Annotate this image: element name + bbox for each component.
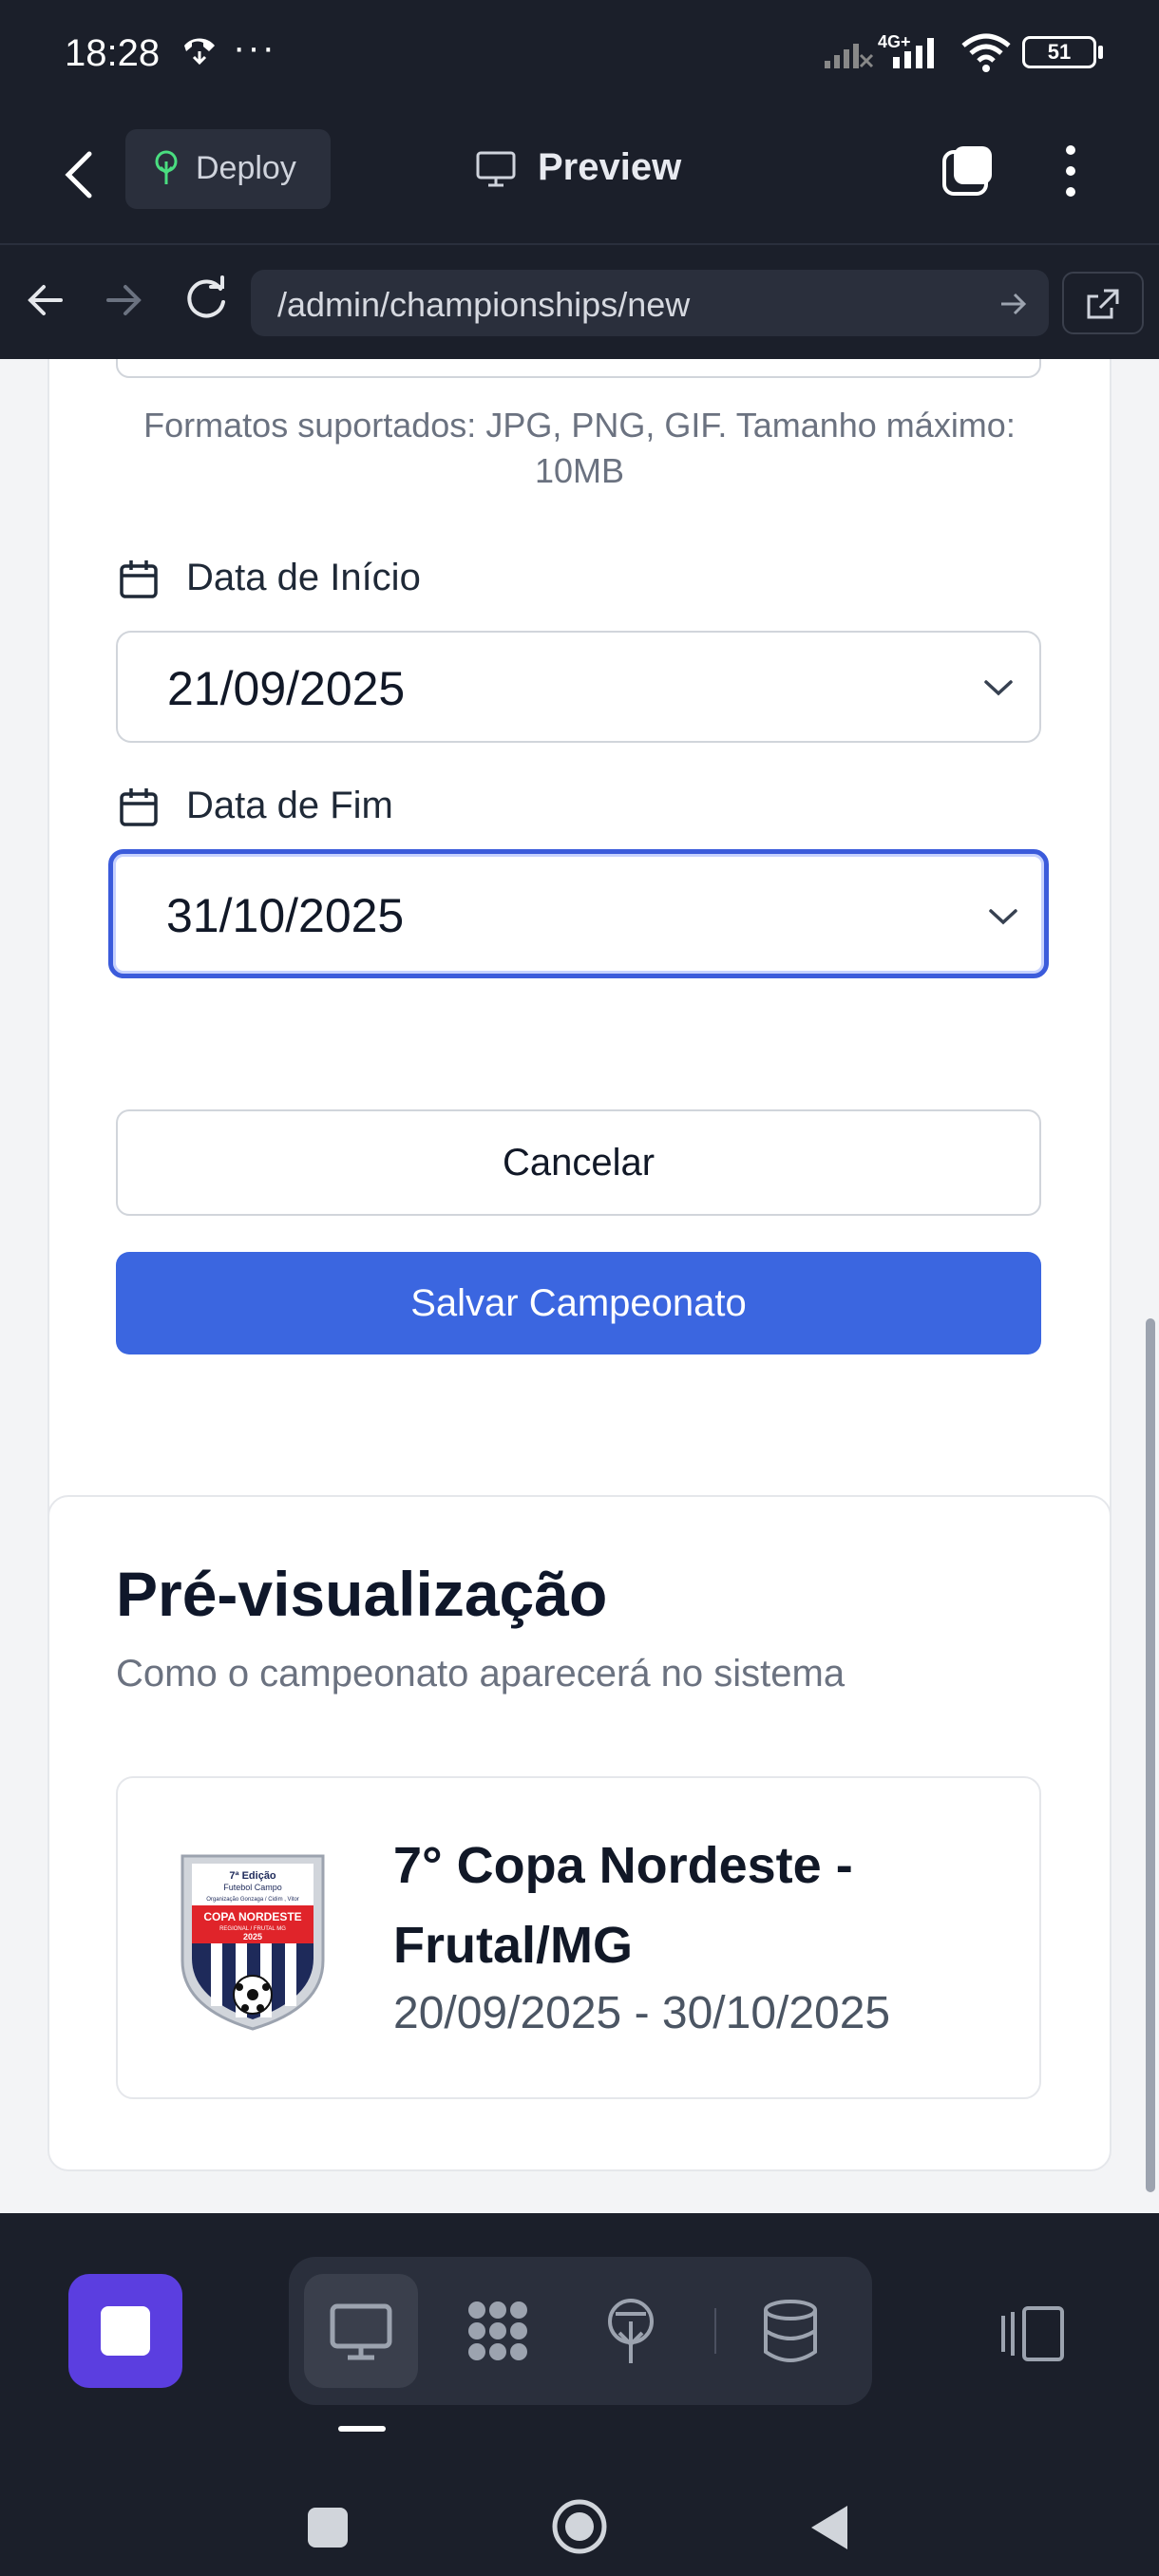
kebab-icon[interactable] [1056, 142, 1085, 199]
cancel-button[interactable]: Cancelar [116, 1109, 1041, 1216]
signal-strength-icon [893, 38, 934, 68]
start-date-value: 21/09/2025 [167, 662, 406, 715]
signal-icon [825, 44, 874, 68]
url-text: /admin/championships/new [277, 285, 691, 324]
chevron-left-icon[interactable] [59, 148, 101, 201]
calendar-icon [120, 788, 158, 826]
divider [714, 2308, 716, 2354]
go-arrow-icon[interactable] [998, 289, 1028, 319]
crest-name: COPA NORDESTE [203, 1910, 301, 1923]
wifi-icon [961, 33, 1011, 72]
tabs-icon[interactable] [940, 142, 998, 199]
crest-org: Organização Gonzaga / Cidim , Vitor [206, 1897, 299, 1903]
championship-crest-logo: 7ª Edição Futebol Campo Organização Gonz… [180, 1854, 325, 2031]
view-switcher [289, 2257, 872, 2405]
deploy-button[interactable]: Deploy [125, 129, 331, 209]
battery-nub [1098, 46, 1103, 59]
chevron-down-icon [989, 909, 1017, 925]
calendar-icon [120, 560, 158, 598]
workflow-icon[interactable] [464, 2297, 532, 2365]
preview-subtitle: Como o campeonato aparecerá no sistema [116, 1653, 846, 1695]
monitor-icon[interactable] [327, 2297, 395, 2365]
preview-title: Preview [475, 146, 681, 189]
status-time: 18:28 [65, 32, 161, 74]
battery-level: 51 [1047, 40, 1072, 64]
arrow-right-icon[interactable] [103, 279, 144, 321]
home-icon[interactable] [551, 2498, 608, 2555]
recents-icon[interactable] [308, 2508, 348, 2548]
home-indicator [338, 2426, 386, 2432]
crest-sport: Futebol Campo [223, 1883, 282, 1892]
bottom-toolbar [0, 2213, 1159, 2435]
status-bar: 18:28 ··· 4G+ 51 [0, 0, 1159, 106]
start-date-label-text: Data de Início [186, 557, 421, 598]
end-date-label: Data de Fim [118, 785, 393, 827]
stop-button[interactable] [68, 2274, 182, 2388]
call-icon [184, 38, 215, 66]
deploy-label: Deploy [196, 150, 296, 186]
arrow-left-icon[interactable] [25, 279, 66, 321]
start-date-label: Data de Início [118, 557, 421, 599]
image-upload-field[interactable] [116, 359, 1041, 378]
end-date-value: 31/10/2025 [166, 889, 405, 942]
championship-dates: 20/09/2025 - 30/10/2025 [393, 1988, 891, 2038]
preview-heading: Pré-visualização [116, 1559, 608, 1629]
page-content: Formatos suportados: JPG, PNG, GIF. Tama… [0, 359, 1159, 2213]
end-date-label-text: Data de Fim [186, 785, 393, 826]
panel-toggle-icon[interactable] [999, 2302, 1068, 2365]
preview-title-text: Preview [538, 146, 682, 188]
tree-icon [155, 150, 178, 184]
battery-icon: 51 [1022, 36, 1096, 68]
external-link-icon [1087, 289, 1119, 319]
end-date-select[interactable]: 31/10/2025 [108, 849, 1049, 978]
url-bar: /admin/championships/new [0, 243, 1159, 359]
chevron-down-icon [984, 680, 1013, 696]
stop-icon [101, 2306, 150, 2356]
reload-icon[interactable] [182, 275, 230, 323]
championship-name: 7° Copa Nordeste - Frutal/MG [393, 1837, 853, 1974]
open-external-button[interactable] [1062, 272, 1144, 334]
scrollbar[interactable] [1146, 1318, 1155, 2192]
back-triangle-icon[interactable] [808, 2502, 851, 2553]
start-date-select[interactable]: 21/09/2025 [116, 631, 1041, 743]
crest-edition: 7ª Edição [229, 1870, 276, 1882]
url-input[interactable]: /admin/championships/new [251, 270, 1049, 336]
system-nav-bar [0, 2435, 1159, 2576]
notification-dots: ··· [233, 27, 276, 68]
database-icon[interactable] [756, 2297, 825, 2365]
deploy-tree-icon[interactable] [597, 2297, 665, 2365]
championship-preview-item: 7ª Edição Futebol Campo Organização Gonz… [116, 1776, 1041, 2099]
crest-year: 2025 [243, 1932, 262, 1941]
upload-hint: Formatos suportados: JPG, PNG, GIF. Tama… [143, 406, 1016, 490]
save-championship-button[interactable]: Salvar Campeonato [116, 1252, 1041, 1354]
